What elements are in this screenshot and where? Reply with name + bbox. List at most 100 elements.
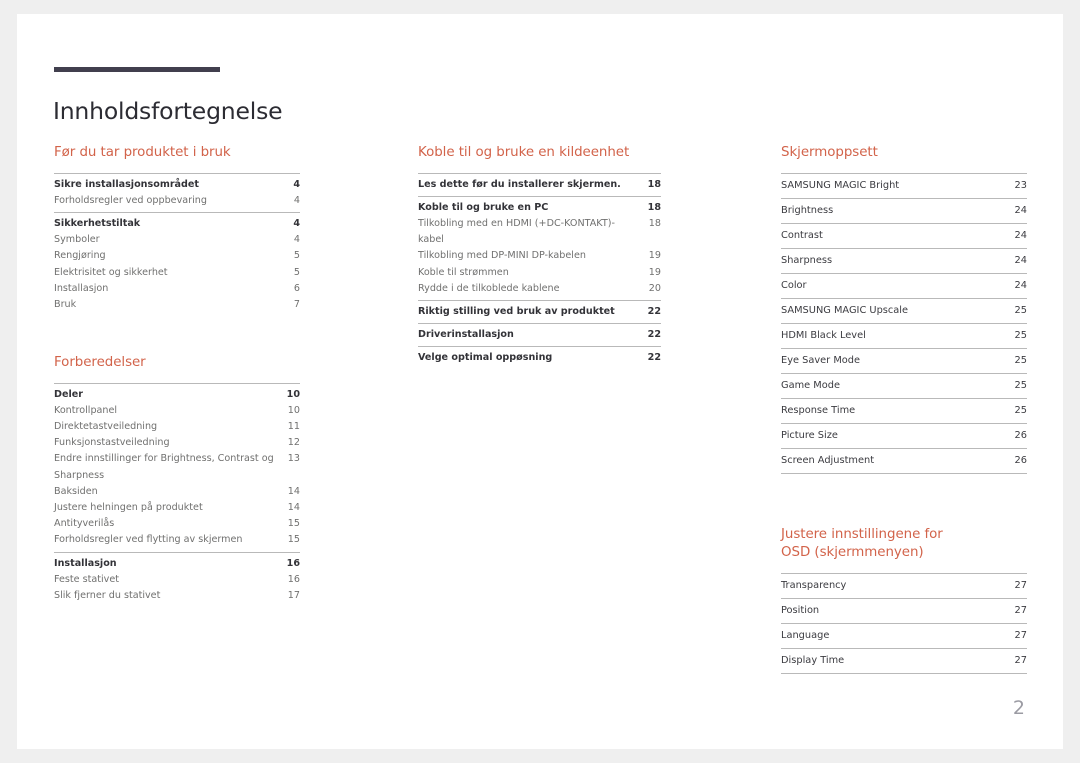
toc-group: Brightness 24 (781, 197, 1027, 223)
toc-entry-label: Sikre installasjonsområdet (54, 178, 199, 190)
toc-entry-page: 25 (1014, 304, 1027, 316)
toc-entry[interactable]: Color 24 (781, 278, 1027, 294)
toc-entry-page: 24 (1014, 279, 1027, 291)
toc-entry[interactable]: Game Mode 25 (781, 378, 1027, 394)
toc-entry-label: Transparency (781, 579, 847, 591)
toc-entry[interactable]: Display Time 27 (781, 653, 1027, 669)
toc-entry-page: 25 (1014, 354, 1027, 366)
toc-entry-page: 24 (1014, 204, 1027, 216)
toc-entry[interactable]: Bruk 7 (54, 297, 300, 313)
toc-entry[interactable]: Rydde i de tilkoblede kablene 20 (418, 281, 661, 297)
toc-group: Position 27 (781, 597, 1027, 623)
toc-entry-page: 22 (647, 329, 661, 341)
title-rule (54, 67, 220, 72)
toc-group: Response Time 25 (781, 397, 1027, 423)
toc-entry[interactable]: Response Time 25 (781, 403, 1027, 419)
toc-group: SAMSUNG MAGIC Bright 23 (781, 172, 1027, 198)
toc-entry-label: Antityverilås (54, 518, 115, 530)
toc-entry-label: SAMSUNG MAGIC Upscale (781, 304, 909, 316)
toc-entry[interactable]: Sikkerhetstiltak 4 (54, 216, 300, 232)
toc-entry-label: Symboler (54, 234, 100, 246)
toc-entry[interactable]: Tilkobling med DP-MINI DP-kabelen 19 (418, 248, 661, 264)
toc-group: Display Time 27 (781, 647, 1027, 673)
toc-entry[interactable]: Forholdsregler ved oppbevaring 4 (54, 193, 300, 209)
toc-entry[interactable]: Position 27 (781, 603, 1027, 619)
toc-entry[interactable]: Kontrollpanel 10 (54, 403, 300, 419)
toc-entry[interactable]: Rengjøring 5 (54, 248, 300, 264)
toc-entry[interactable]: Funksjonstastveiledning 12 (54, 435, 300, 451)
toc-entry[interactable]: Justere helningen på produktet 14 (54, 500, 300, 516)
toc-entry-page: 10 (286, 388, 300, 400)
document-page: Innholdsfortegnelse Før du tar produktet… (17, 14, 1063, 749)
toc-entry[interactable]: Screen Adjustment 26 (781, 453, 1027, 469)
toc-group: Picture Size 26 (781, 422, 1027, 448)
toc-group: Transparency 27 (781, 572, 1027, 598)
toc-entry-page: 24 (1014, 254, 1027, 266)
toc-entry-page: 16 (286, 557, 300, 569)
toc-entry[interactable]: SAMSUNG MAGIC Upscale 25 (781, 303, 1027, 319)
toc-entry[interactable]: Forholdsregler ved flytting av skjermen 1… (54, 532, 300, 548)
toc-entry[interactable]: Brightness 24 (781, 203, 1027, 219)
toc-entry-page: 18 (647, 178, 661, 190)
toc-entry[interactable]: Driverinstallasjon 22 (418, 327, 661, 343)
toc-group: Deler 10 Kontrollpanel 10 Direktetastveiledn… (54, 382, 300, 549)
toc-entry-page: 10 (287, 404, 300, 416)
toc-entry[interactable]: Symboler 4 (54, 232, 300, 248)
toc-entry-page: 6 (293, 282, 300, 294)
toc-entry-label: Sharpness (781, 254, 833, 266)
toc-entry-page: 26 (1014, 429, 1027, 441)
toc-group: Sharpness 24 (781, 247, 1027, 273)
toc-entry-page: 13 (287, 453, 300, 465)
toc-entry-label: Tilkobling med en HDMI (+DC-KONTAKT)-kab… (418, 217, 615, 246)
toc-entry-page: 15 (287, 518, 300, 530)
toc-entry-label: Game Mode (781, 379, 840, 391)
toc-entry[interactable]: Riktig stilling ved bruk av produktet 22 (418, 304, 661, 320)
toc-entry[interactable]: Velge optimal oppøsning 22 (418, 350, 661, 366)
toc-entry-page: 5 (293, 250, 300, 262)
toc-entry[interactable]: Koble til og bruke en PC 18 (418, 200, 661, 216)
toc-entry-label: Installasjon (54, 557, 117, 569)
toc-entry[interactable]: Contrast 24 (781, 228, 1027, 244)
toc-entry[interactable]: Installasjon 16 (54, 556, 300, 572)
toc-entry-label: Feste stativet (54, 573, 120, 585)
toc-entry-page: 11 (287, 421, 300, 433)
toc-entry[interactable]: SAMSUNG MAGIC Bright 23 (781, 178, 1027, 194)
toc-entry-page: 14 (287, 485, 300, 497)
toc-entry-page: 4 (293, 234, 300, 246)
toc-entry[interactable]: Transparency 27 (781, 578, 1027, 594)
toc-entry-page: 24 (1014, 229, 1027, 241)
toc-entry-label: Velge optimal oppøsning (418, 352, 553, 364)
toc-entry[interactable]: HDMI Black Level 25 (781, 328, 1027, 344)
toc-entry[interactable]: Sharpness 24 (781, 253, 1027, 269)
toc-entry-label: Language (781, 629, 830, 641)
toc-entry[interactable]: Eye Saver Mode 25 (781, 353, 1027, 369)
toc-entry-label: Forholdsregler ved oppbevaring (54, 194, 207, 206)
toc-entry[interactable]: Baksiden 14 (54, 484, 300, 500)
toc-entry[interactable]: Tilkobling med en HDMI (+DC-KONTAKT)-kab… (418, 216, 661, 248)
toc-entry[interactable]: Slik fjerner du stativet 17 (54, 588, 300, 604)
toc-entry-label: Contrast (781, 229, 823, 241)
toc-entry-page: 16 (287, 573, 300, 585)
toc-entry[interactable]: Endre innstillinger for Brightness, Cont… (54, 451, 300, 483)
toc-entry[interactable]: Antityverilås 15 (54, 516, 300, 532)
toc-entry[interactable]: Installasjon 6 (54, 281, 300, 297)
toc-entry[interactable]: Elektrisitet og sikkerhet 5 (54, 265, 300, 281)
toc-entry-label: Rydde i de tilkoblede kablene (418, 282, 560, 294)
toc-entry[interactable]: Sikre installasjonsområdet 4 (54, 177, 300, 193)
toc-group: Contrast 24 (781, 222, 1027, 248)
toc-entry[interactable]: Direktetastveiledning 11 (54, 419, 300, 435)
toc-entry[interactable]: Koble til strømmen 19 (418, 265, 661, 281)
toc-entry[interactable]: Deler 10 (54, 387, 300, 403)
toc-entry-label: Kontrollpanel (54, 404, 118, 416)
toc-group: Sikkerhetstiltak 4 Symboler 4 Rengjøring 5 Ele… (54, 211, 300, 313)
toc-entry-page: 18 (648, 217, 661, 229)
toc-entry[interactable]: Picture Size 26 (781, 428, 1027, 444)
toc-entry-page: 27 (1014, 654, 1027, 666)
toc-entry[interactable]: Les dette før du installerer skjermen. 18 (418, 177, 661, 193)
toc-section-heading: Koble til og bruke en kildeenhet (418, 145, 630, 160)
toc-group: Les dette før du installerer skjermen. 18 (418, 172, 661, 193)
toc-entry[interactable]: Language 27 (781, 628, 1027, 644)
toc-entry[interactable]: Feste stativet 16 (54, 572, 300, 588)
